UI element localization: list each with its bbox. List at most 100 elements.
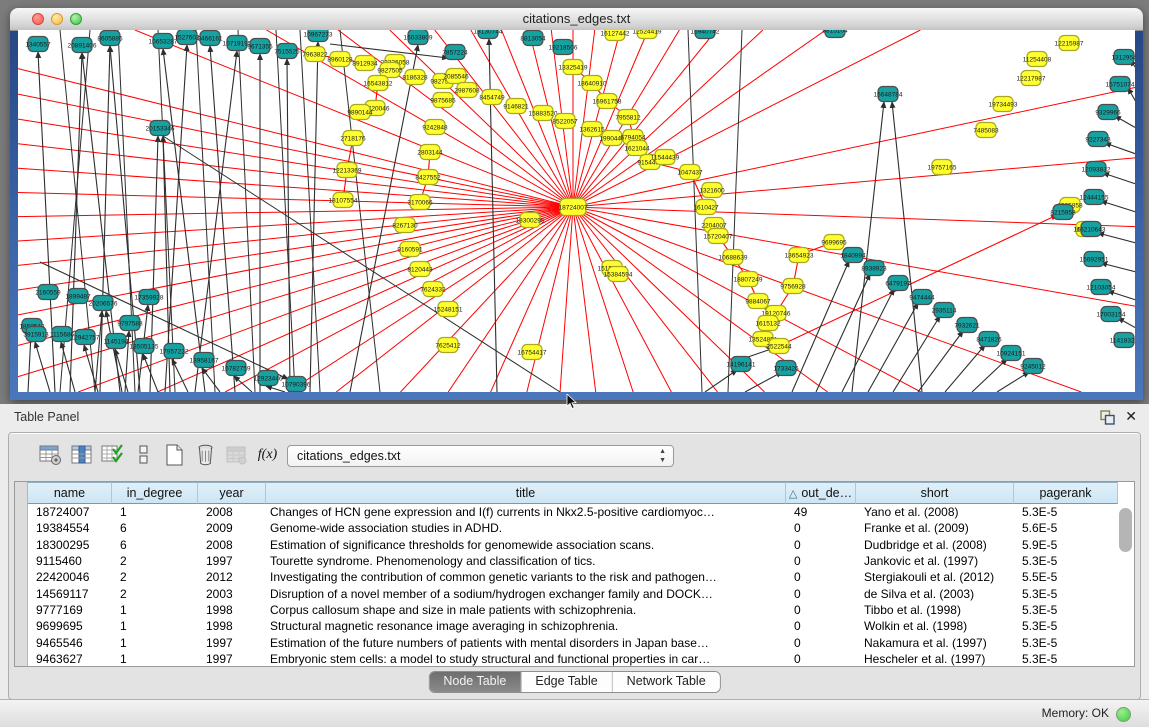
cell-short[interactable]: Yano et al. (2008) — [856, 505, 1014, 519]
new-table-icon[interactable] — [163, 443, 186, 467]
column-edit-icon[interactable] — [70, 443, 93, 467]
cell-year[interactable]: 1997 — [198, 652, 266, 666]
table-row[interactable]: 946554611997Estimation of the future num… — [28, 634, 1134, 650]
cell-name[interactable]: 9115460 — [28, 554, 112, 568]
cell-short[interactable]: Tibbo et al. (1998) — [856, 603, 1014, 617]
cell-name[interactable]: 14569117 — [28, 587, 112, 601]
cell-name[interactable]: 9465546 — [28, 636, 112, 650]
cell-in_degree[interactable]: 1 — [112, 603, 198, 617]
cell-pagerank[interactable]: 5.3E-5 — [1014, 554, 1118, 568]
cell-name[interactable]: 19384554 — [28, 521, 112, 535]
column-header-short[interactable]: short — [856, 482, 1014, 504]
cell-in_degree[interactable]: 1 — [112, 652, 198, 666]
table-row[interactable]: 1830029562008Estimation of significance … — [28, 537, 1134, 553]
table-settings-icon[interactable] — [39, 443, 62, 467]
tab-network-table[interactable]: Network Table — [613, 672, 720, 692]
table-row[interactable]: 2242004622012Investigating the contribut… — [28, 569, 1134, 585]
cell-name[interactable]: 9463627 — [28, 652, 112, 666]
network-canvas[interactable]: 1340557208914068605885106532871527602946… — [18, 30, 1135, 392]
cell-short[interactable]: Jankovic et al. (1997) — [856, 554, 1014, 568]
column-header-pagerank[interactable]: pagerank — [1014, 482, 1118, 504]
cell-out_degree[interactable]: 0 — [786, 587, 856, 601]
cell-title[interactable]: Corpus callosum shape and size in male p… — [266, 603, 786, 617]
table-scrollbar-thumb[interactable] — [1119, 508, 1132, 552]
cell-year[interactable]: 1997 — [198, 636, 266, 650]
cell-title[interactable]: Estimation of significance thresholds fo… — [266, 538, 786, 552]
cell-short[interactable]: Stergiakouli et al. (2012) — [856, 570, 1014, 584]
cell-title[interactable]: Changes of HCN gene expression and I(f) … — [266, 505, 786, 519]
cell-in_degree[interactable]: 6 — [112, 521, 198, 535]
table-selector-combobox[interactable]: citations_edges.txt ▲▼ — [287, 445, 674, 467]
cell-in_degree[interactable]: 2 — [112, 554, 198, 568]
cell-title[interactable]: Disruption of a novel member of a sodium… — [266, 587, 786, 601]
cell-year[interactable]: 1997 — [198, 554, 266, 568]
cell-out_degree[interactable]: 0 — [786, 538, 856, 552]
cell-out_degree[interactable]: 0 — [786, 570, 856, 584]
cell-name[interactable]: 22420046 — [28, 570, 112, 584]
cell-title[interactable]: Embryonic stem cells: a model to study s… — [266, 652, 786, 666]
cell-short[interactable]: de Silva et al. (2003) — [856, 587, 1014, 601]
cell-year[interactable]: 2012 — [198, 570, 266, 584]
cell-title[interactable]: Estimation of the future numbers of pati… — [266, 636, 786, 650]
cell-out_degree[interactable]: 0 — [786, 521, 856, 535]
cell-short[interactable]: Dudbridge et al. (2008) — [856, 538, 1014, 552]
cell-pagerank[interactable]: 5.3E-5 — [1014, 619, 1118, 633]
cell-in_degree[interactable]: 1 — [112, 619, 198, 633]
cell-title[interactable]: Tourette syndrome. Phenomenology and cla… — [266, 554, 786, 568]
cell-pagerank[interactable]: 5.3E-5 — [1014, 587, 1118, 601]
cell-short[interactable]: Nakamura et al. (1997) — [856, 636, 1014, 650]
merge-tables-icon[interactable] — [132, 443, 155, 467]
cell-out_degree[interactable]: 0 — [786, 619, 856, 633]
tab-node-table[interactable]: Node Table — [429, 672, 521, 692]
window-titlebar[interactable]: citations_edges.txt — [10, 8, 1143, 31]
cell-in_degree[interactable]: 1 — [112, 505, 198, 519]
cell-pagerank[interactable]: 5.9E-5 — [1014, 538, 1118, 552]
column-header-in_degree[interactable]: in_degree — [112, 482, 198, 504]
cell-short[interactable]: Hescheler et al. (1997) — [856, 652, 1014, 666]
cell-year[interactable]: 1998 — [198, 603, 266, 617]
tab-edge-table[interactable]: Edge Table — [521, 672, 612, 692]
cell-pagerank[interactable]: 5.3E-5 — [1014, 603, 1118, 617]
table-row[interactable]: 969969511998Structural magnetic resonanc… — [28, 618, 1134, 634]
cell-in_degree[interactable]: 2 — [112, 587, 198, 601]
select-rows-icon[interactable] — [101, 443, 124, 467]
cell-year[interactable]: 2009 — [198, 521, 266, 535]
delete-table-icon[interactable] — [194, 443, 217, 467]
cell-pagerank[interactable]: 5.3E-5 — [1014, 505, 1118, 519]
cell-in_degree[interactable]: 2 — [112, 570, 198, 584]
cell-out_degree[interactable]: 49 — [786, 505, 856, 519]
combo-spinner-icon[interactable]: ▲▼ — [659, 447, 666, 465]
cell-name[interactable]: 9777169 — [28, 603, 112, 617]
column-header-year[interactable]: year — [198, 482, 266, 504]
cell-title[interactable]: Structural magnetic resonance image aver… — [266, 619, 786, 633]
table-row[interactable]: 1872400712008Changes of HCN gene express… — [28, 504, 1134, 520]
cell-short[interactable]: Franke et al. (2009) — [856, 521, 1014, 535]
cell-short[interactable]: Wolkin et al. (1998) — [856, 619, 1014, 633]
cell-out_degree[interactable]: 0 — [786, 636, 856, 650]
cell-name[interactable]: 18300295 — [28, 538, 112, 552]
function-builder-icon[interactable]: f(x) — [256, 443, 279, 467]
cell-year[interactable]: 2008 — [198, 505, 266, 519]
column-header-name[interactable]: name — [28, 482, 112, 504]
cell-pagerank[interactable]: 5.6E-5 — [1014, 521, 1118, 535]
cell-out_degree[interactable]: 0 — [786, 603, 856, 617]
cell-year[interactable]: 2008 — [198, 538, 266, 552]
close-panel-icon[interactable]: ✕ — [1125, 408, 1137, 425]
cell-in_degree[interactable]: 6 — [112, 538, 198, 552]
column-header-title[interactable]: title — [266, 482, 786, 504]
cell-pagerank[interactable]: 5.3E-5 — [1014, 636, 1118, 650]
cell-out_degree[interactable]: 0 — [786, 652, 856, 666]
cell-year[interactable]: 1998 — [198, 619, 266, 633]
cell-name[interactable]: 18724007 — [28, 505, 112, 519]
cell-pagerank[interactable]: 5.5E-5 — [1014, 570, 1118, 584]
cell-out_degree[interactable]: 0 — [786, 554, 856, 568]
cell-title[interactable]: Investigating the contribution of common… — [266, 570, 786, 584]
cell-pagerank[interactable]: 5.3E-5 — [1014, 652, 1118, 666]
cell-title[interactable]: Genome-wide association studies in ADHD. — [266, 521, 786, 535]
cell-name[interactable]: 9699695 — [28, 619, 112, 633]
cell-year[interactable]: 2003 — [198, 587, 266, 601]
table-row[interactable]: 1456911722003Disruption of a novel membe… — [28, 585, 1134, 601]
column-header-out_degree[interactable]: △out_de… — [786, 482, 856, 504]
table-row[interactable]: 1938455462009Genome-wide association stu… — [28, 520, 1134, 536]
table-row[interactable]: 911546021997Tourette syndrome. Phenomeno… — [28, 553, 1134, 569]
